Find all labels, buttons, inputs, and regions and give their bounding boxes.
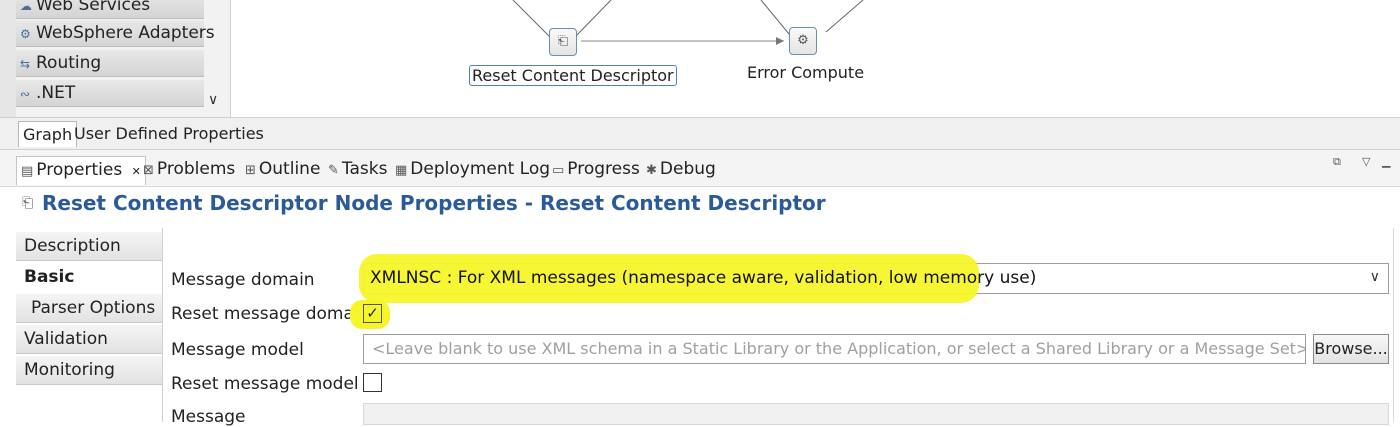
palette-item-routing[interactable]: ⇆ Routing [16, 50, 204, 77]
properties-nav: Description Basic Parser Options Validat… [16, 228, 162, 422]
message-domain-select[interactable]: XMLNSC : For XML messages (namespace awa… [359, 254, 1389, 303]
node-label-reset-content-descriptor[interactable]: Reset Content Descriptor [469, 65, 677, 86]
reset-descriptor-icon: ⎗ [557, 34, 569, 49]
reset-domain-label: Reset message domain [171, 304, 370, 324]
right-edge-divider [1393, 228, 1394, 422]
outline-icon: ⊞ [245, 163, 256, 178]
tab-graph[interactable]: Graph [18, 121, 78, 147]
tab-properties[interactable]: ▤ Properties ✕ [16, 156, 146, 185]
reset-descriptor-node[interactable]: ⎗ [549, 28, 577, 56]
chevron-down-icon: ∨ [1369, 269, 1380, 285]
nav-basic[interactable]: Basic [16, 263, 162, 292]
connection-lines [512, 0, 864, 45]
palette-item-web-services[interactable]: ☁ Web Services [16, 0, 204, 19]
close-icon[interactable]: ✕ [132, 165, 141, 178]
tab-outline[interactable]: ⊞ Outline [245, 156, 320, 184]
node-label-error-compute[interactable]: Error Compute [747, 63, 864, 82]
tasks-icon: ✎ [328, 163, 339, 178]
message-domain-label: Message domain [171, 270, 315, 290]
nav-parser-options[interactable]: Parser Options [16, 294, 162, 323]
adapter-icon: ⚙ [20, 27, 31, 41]
view-menu-icon[interactable]: ▽ [1362, 155, 1370, 168]
minimize-icon[interactable]: ▁ [1382, 155, 1390, 168]
nav-monitoring[interactable]: Monitoring [16, 356, 162, 385]
node-properties-icon: ⎗ [22, 195, 34, 211]
nav-description[interactable]: Description [16, 232, 162, 261]
message-model-label: Message model [171, 340, 304, 360]
reset-model-label: Reset message model [171, 374, 359, 394]
properties-title: Reset Content Descriptor Node Properties… [42, 191, 826, 215]
compute-icon: ⚙ [797, 33, 809, 48]
globe-icon: ☁ [20, 0, 32, 13]
view-tab-bar: ▤ Properties ✕ ⊠ Problems ⊞ Outline ✎ Tasks … [0, 150, 1400, 187]
flow-canvas[interactable]: ⎗ Reset Content Descriptor ⚙ Error Compu… [231, 0, 1400, 117]
scroll-down-chevron-icon[interactable]: ∨ [208, 92, 218, 108]
message-model-input[interactable]: <Leave blank to use XML schema in a Stat… [363, 334, 1306, 364]
editor-tab-bar: Graph User Defined Properties [0, 117, 1400, 150]
pin-view-icon[interactable]: ⧉ [1333, 155, 1341, 169]
palette-panel: ☁ Web Services ⚙ WebSphere Adapters ⇆ Routi… [0, 0, 231, 117]
problems-icon: ⊠ [143, 163, 154, 178]
error-compute-node[interactable]: ⚙ [789, 27, 817, 55]
tab-deployment-log[interactable]: ▦ Deployment Log [395, 156, 550, 184]
browse-button[interactable]: Browse... [1313, 334, 1389, 364]
palette-item-websphere-adapters[interactable]: ⚙ WebSphere Adapters [16, 20, 215, 47]
palette-item-dotnet[interactable]: ∾ .NET [16, 80, 204, 107]
progress-icon: ▭ [552, 163, 565, 178]
reset-domain-checkbox[interactable]: ✓ [363, 304, 382, 323]
message-domain-value: XMLNSC : For XML messages (namespace awa… [370, 268, 1037, 288]
message-label: Message [171, 407, 246, 427]
nav-divider [162, 228, 163, 422]
log-icon: ▦ [395, 163, 408, 178]
properties-icon: ▤ [21, 164, 34, 179]
tab-tasks[interactable]: ✎ Tasks [328, 156, 387, 184]
tab-problems[interactable]: ⊠ Problems [143, 156, 235, 184]
tab-progress[interactable]: ▭ Progress [552, 156, 640, 184]
nav-validation[interactable]: Validation [16, 325, 162, 354]
dotnet-icon: ∾ [20, 87, 31, 101]
tab-user-defined-properties[interactable]: User Defined Properties [70, 121, 268, 147]
tab-debug[interactable]: ✱ Debug [646, 156, 716, 184]
routing-icon: ⇆ [20, 57, 31, 71]
palette-strip [0, 0, 16, 117]
debug-icon: ✱ [646, 163, 657, 178]
reset-model-checkbox[interactable] [363, 373, 382, 392]
